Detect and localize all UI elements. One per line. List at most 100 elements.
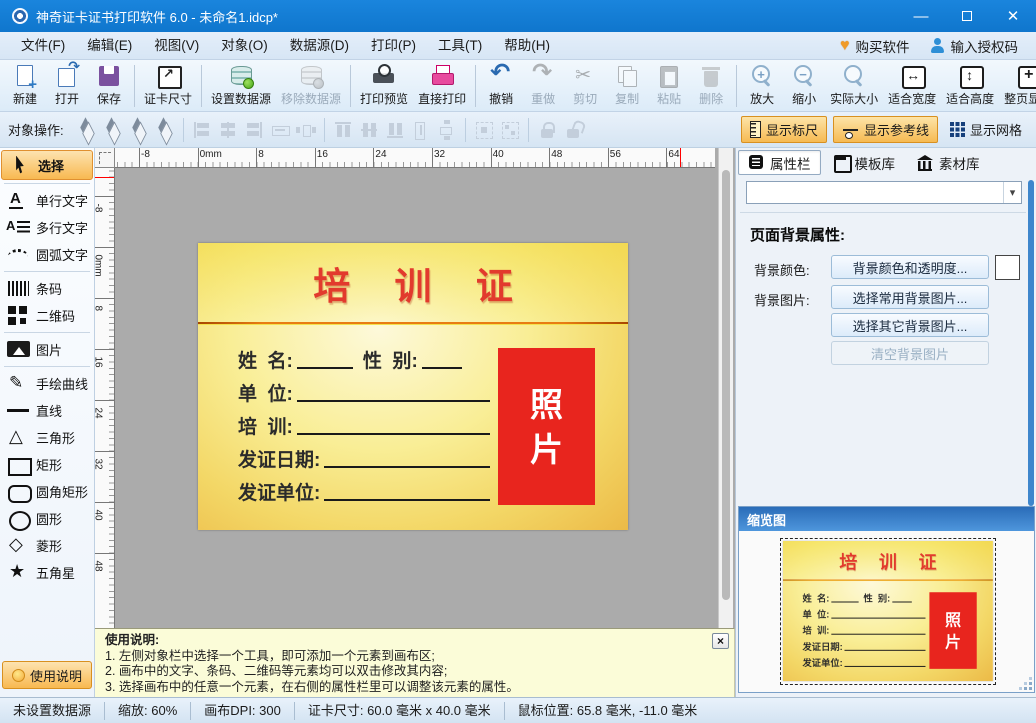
field-row-unit[interactable]: 单 位: [238, 376, 490, 409]
undo-icon [488, 64, 514, 89]
tool-barcode[interactable]: 条码 [0, 275, 94, 302]
menu-item-5[interactable]: 打印(P) [360, 32, 427, 59]
bg-color-button[interactable]: 背景颜色和透明度... [831, 255, 989, 279]
toolbar-button-zoomactual[interactable]: 实际大小 [825, 62, 883, 109]
copy-icon [614, 64, 640, 89]
tab-templates[interactable]: 模板库 [823, 150, 906, 175]
show-grid-toggle[interactable]: 显示网格 [944, 117, 1028, 142]
toolbar-button-print[interactable]: 直接打印 [413, 62, 471, 109]
toolbar-button-open[interactable]: 打开 [46, 62, 88, 109]
tool-tri[interactable]: 三角形 [0, 424, 94, 451]
ungroup-icon [499, 119, 521, 141]
ruler-corner [95, 148, 115, 168]
menu-bar: 文件(F)编辑(E)视图(V)对象(O)数据源(D)打印(P)工具(T)帮助(H… [0, 32, 1036, 60]
design-canvas[interactable]: 培 训 证 姓 名: 性 别: 单 位: 培 训: [115, 168, 698, 628]
certificate-card[interactable]: 培 训 证 姓 名: 性 别: 单 位: 培 训: [198, 243, 628, 530]
thumbnail-preview[interactable]: 培 训 证 姓 名: 性 别: 单 位: 培 训: 发证日期 [783, 541, 993, 682]
star-icon [4, 562, 34, 583]
scrollbar-thumb[interactable] [722, 170, 730, 600]
tool-qrcode[interactable]: 二维码 [0, 302, 94, 329]
toolbar-button-redo: 重做 [522, 62, 564, 109]
menu-item-6[interactable]: 工具(T) [427, 32, 493, 59]
toolbar-button-new[interactable]: 新建 [4, 62, 46, 109]
blank-line [422, 351, 462, 369]
bg-image-other-button[interactable]: 选择其它背景图片... [831, 313, 989, 337]
enter-license-button[interactable]: 输入授权码 [930, 36, 1019, 56]
main-toolbar: 新建打开保存证卡尺寸设置数据源移除数据源打印预览直接打印撤销重做剪切复制粘贴删除… [0, 60, 1036, 112]
toolbar-button-zoomout[interactable]: 缩小 [783, 62, 825, 109]
menu-item-2[interactable]: 视图(V) [143, 32, 210, 59]
toolbar-button-cardsize[interactable]: 证卡尺寸 [139, 62, 197, 109]
tool-mtext[interactable]: 多行文字 [0, 214, 94, 241]
toolbar-button-fith[interactable]: 适合高度 [941, 62, 999, 109]
menu-item-0[interactable]: 文件(F) [10, 32, 76, 59]
tool-select[interactable]: 选择 [1, 150, 93, 180]
ruler-tick: 24 [95, 400, 115, 401]
ruler-tick: 0mm [95, 247, 115, 248]
toolbar-button-db[interactable]: 设置数据源 [206, 62, 276, 109]
ruler-tick: 8 [256, 148, 257, 168]
bg-color-swatch[interactable] [995, 255, 1020, 280]
photo-placeholder-box[interactable]: 照 片 [498, 348, 595, 505]
toolbar-button-db: 移除数据源 [276, 62, 346, 109]
maximize-button[interactable] [944, 0, 990, 32]
paste-icon [656, 64, 682, 89]
tool-circle[interactable]: 圆形 [0, 505, 94, 532]
thumbnail-panel-title: 缩览图 [739, 507, 1034, 531]
show-ruler-toggle[interactable]: 显示标尺 [741, 116, 827, 143]
cut-icon [572, 64, 598, 89]
tri-icon [4, 427, 34, 448]
zoomin-icon [749, 64, 775, 89]
help-close-button[interactable]: × [712, 633, 729, 649]
tab-props[interactable]: 属性栏 [738, 150, 821, 175]
menu-item-3[interactable]: 对象(O) [210, 32, 279, 59]
toolbar-button-preview[interactable]: 打印预览 [355, 62, 413, 109]
toolbar-button-save[interactable]: 保存 [88, 62, 130, 109]
help-line: 3. 选择画布中的任意一个元素，在右侧的属性栏里可以调整该元素的属性。 [105, 680, 724, 696]
buy-software-button[interactable]: ♥ 购买软件 [840, 36, 910, 56]
close-button[interactable]: ✕ [990, 0, 1036, 32]
ruler-tick: 48 [95, 553, 115, 554]
toolbar-button-zoomin[interactable]: 放大 [741, 62, 783, 109]
rrect-icon [4, 481, 34, 502]
toolbar-button-undo[interactable]: 撤销 [480, 62, 522, 109]
align-middle-icon [358, 119, 380, 141]
menu-item-4[interactable]: 数据源(D) [279, 32, 360, 59]
curve-icon [4, 373, 34, 394]
help-line: 1. 左侧对象栏中选择一个工具，即可添加一个元素到画布区; [105, 649, 724, 665]
panel-scrollbar[interactable] [1028, 180, 1034, 506]
group-icon [473, 119, 495, 141]
tool-star[interactable]: 五角星 [0, 559, 94, 586]
minimize-button[interactable]: — [898, 0, 944, 32]
toolbar-button-cut: 剪切 [564, 62, 606, 109]
toolbar-separator [475, 65, 476, 107]
unlock-icon [562, 119, 584, 141]
canvas-vertical-scrollbar[interactable] [718, 148, 733, 628]
resize-grip[interactable] [1020, 678, 1032, 690]
bg-image-common-button[interactable]: 选择常用背景图片... [831, 285, 989, 309]
usage-help-button[interactable]: 使用说明 [2, 661, 92, 689]
tool-rect[interactable]: 矩形 [0, 451, 94, 478]
chevron-down-icon: ▾ [1003, 182, 1021, 203]
element-selector-dropdown[interactable]: ▾ [746, 181, 1022, 204]
tool-arctext[interactable]: 圆弧文字 [0, 241, 94, 268]
field-row-name[interactable]: 姓 名: 性 别: [238, 343, 490, 376]
tool-line[interactable]: 直线 [0, 397, 94, 424]
field-row-issue-date[interactable]: 发证日期: [238, 442, 490, 475]
menu-item-1[interactable]: 编辑(E) [76, 32, 143, 59]
card-title[interactable]: 培 训 证 [296, 256, 530, 310]
tab-assets[interactable]: 素材库 [907, 150, 990, 175]
show-guides-toggle[interactable]: 显示参考线 [833, 116, 938, 143]
field-row-training[interactable]: 培 训: [238, 409, 490, 442]
toolbar-button-fitpage[interactable]: 整页显示 [999, 62, 1036, 109]
tool-diamond[interactable]: 菱形 [0, 532, 94, 559]
tool-image[interactable]: 图片 [0, 336, 94, 363]
field-row-issuer[interactable]: 发证单位: [238, 475, 490, 508]
distribute-v-icon [436, 119, 458, 141]
tool-curve[interactable]: 手绘曲线 [0, 370, 94, 397]
menu-item-7[interactable]: 帮助(H) [493, 32, 561, 59]
toolbar-button-fitw[interactable]: 适合宽度 [883, 62, 941, 109]
tool-rrect[interactable]: 圆角矩形 [0, 478, 94, 505]
tool-stext[interactable]: 单行文字 [0, 187, 94, 214]
ruler-tick: 48 [549, 148, 550, 168]
